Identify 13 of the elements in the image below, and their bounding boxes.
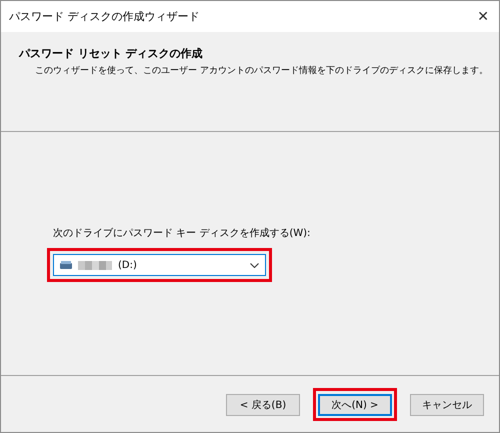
wizard-button[interactable]: 次へ(N) >	[318, 394, 392, 416]
close-button[interactable]: ✕	[477, 8, 489, 24]
header-title: パスワード リセット ディスクの作成	[19, 46, 204, 61]
window-title: パスワード ディスクの作成ウィザード	[9, 9, 200, 24]
wizard-button[interactable]: キャンセル	[410, 394, 484, 416]
drive-label: 次のドライブにパスワード キー ディスクを作成する(W):	[52, 226, 312, 240]
mosaic-icon	[78, 260, 112, 270]
drive-value: (D:)	[118, 260, 138, 270]
header-description: このウィザードを使って、このユーザー アカウントのパスワード情報を下のドライブのディスクに保存します。	[35, 64, 488, 77]
drive-icon	[60, 261, 72, 269]
wizard-button[interactable]: < 戻る(B)	[226, 394, 300, 416]
drive-dropdown[interactable]: (D:)	[53, 254, 266, 276]
chevron-down-icon	[250, 262, 259, 268]
